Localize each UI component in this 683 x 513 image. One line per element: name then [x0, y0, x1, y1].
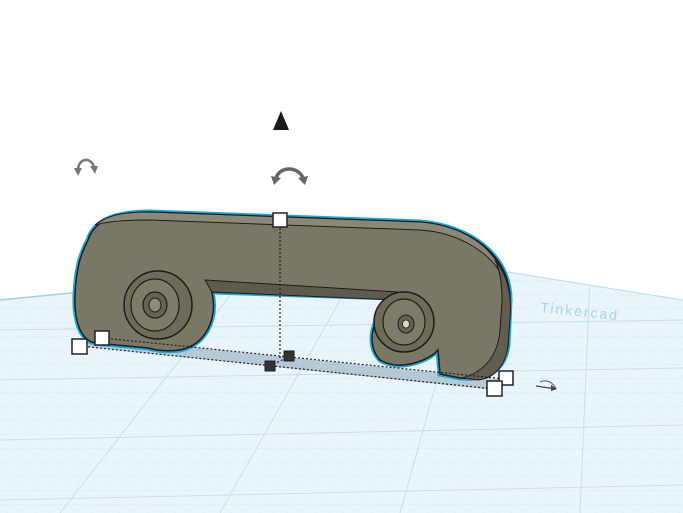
triangle-up-icon[interactable] — [273, 111, 289, 130]
left-wheel[interactable] — [123, 270, 193, 340]
rotate-arrow-icon[interactable] — [271, 167, 308, 185]
rotate-arrow-icon[interactable] — [74, 158, 98, 176]
center-handle-front[interactable] — [264, 360, 276, 372]
right-wheel[interactable] — [373, 291, 435, 353]
center-handle-back[interactable] — [283, 350, 295, 362]
corner-handle-back-left[interactable] — [94, 330, 110, 346]
height-handle[interactable] — [272, 212, 288, 228]
corner-handle-front-right[interactable] — [486, 380, 503, 397]
corner-handle-front-left[interactable] — [71, 338, 88, 355]
3d-workspace[interactable]: Tinkercad — [0, 0, 683, 513]
